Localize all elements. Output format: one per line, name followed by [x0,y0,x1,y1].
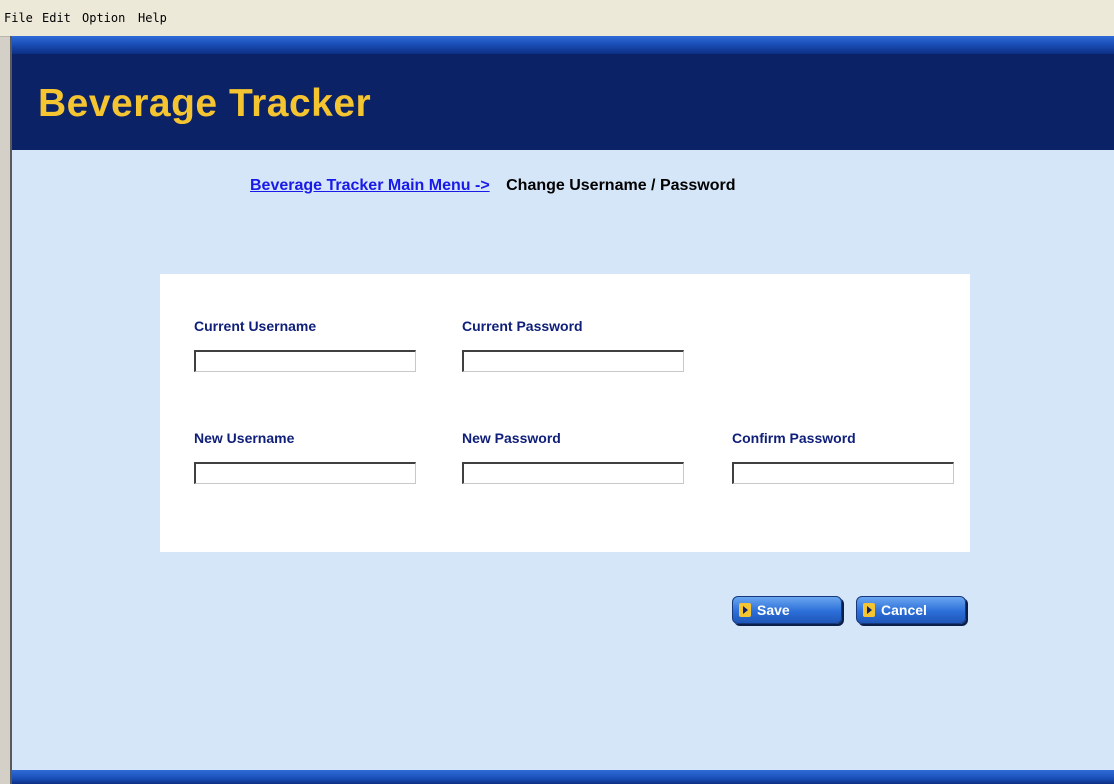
cancel-button[interactable]: Cancel [856,596,966,624]
new-username-input[interactable] [194,462,416,484]
breadcrumb: Beverage Tracker Main Menu -> Change Use… [250,177,736,195]
play-arrow-icon [863,603,875,617]
save-button-label: Save [757,602,790,618]
top-accent-bar [12,36,1114,54]
confirm-password-input[interactable] [732,462,954,484]
menu-bar: File Edit Option Help [0,0,1114,37]
cancel-button-label: Cancel [881,602,927,618]
menu-help[interactable]: Help [138,11,167,25]
current-username-label: Current Username [194,318,317,334]
menu-file[interactable]: File [4,11,33,25]
confirm-password-label: Confirm Password [732,430,856,446]
menu-option[interactable]: Option [82,11,125,25]
save-button[interactable]: Save [732,596,842,624]
current-password-label: Current Password [462,318,583,334]
new-password-input[interactable] [462,462,684,484]
current-username-input[interactable] [194,350,416,372]
current-password-input[interactable] [462,350,684,372]
header-banner: Beverage Tracker [12,54,1114,150]
app-window: Beverage Tracker Beverage Tracker Main M… [10,36,1114,784]
menu-edit[interactable]: Edit [42,11,71,25]
main-menu-link[interactable]: Beverage Tracker Main Menu -> [250,177,490,194]
bottom-accent-bar [12,770,1114,784]
play-arrow-icon [739,603,751,617]
app-title: Beverage Tracker [38,82,372,125]
page-title: Change Username / Password [506,177,736,194]
new-username-label: New Username [194,430,295,446]
credentials-form-panel: Current Username Current Password New Us… [160,274,970,552]
new-password-label: New Password [462,430,561,446]
